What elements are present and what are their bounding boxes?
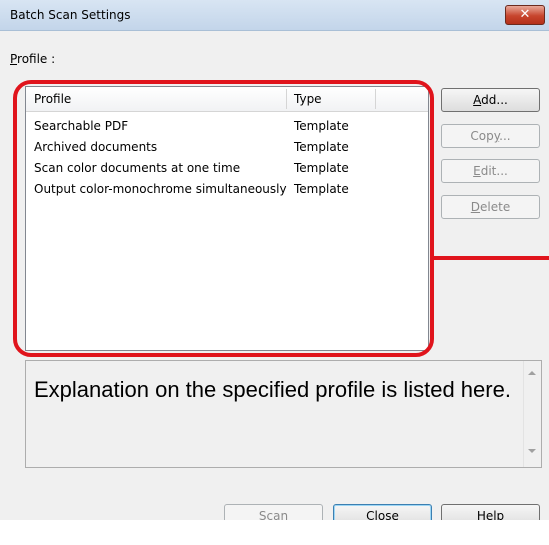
delete-button[interactable]: Delete bbox=[441, 195, 540, 219]
scroll-up-icon[interactable] bbox=[528, 371, 536, 375]
title-bar: Batch Scan Settings ✕ bbox=[0, 0, 549, 31]
add-button[interactable]: Add... bbox=[441, 88, 540, 112]
highlight-callout-frame bbox=[13, 80, 434, 357]
profile-description-text: Explanation on the specified profile is … bbox=[34, 377, 511, 402]
batch-scan-settings-dialog: Batch Scan Settings ✕ Profile : Profile … bbox=[0, 0, 549, 528]
page-margin bbox=[0, 520, 549, 545]
close-icon: ✕ bbox=[519, 7, 531, 22]
close-window-button[interactable]: ✕ bbox=[505, 5, 545, 25]
profile-label: Profile : bbox=[10, 52, 56, 66]
description-scrollbar[interactable] bbox=[523, 361, 541, 467]
window-title: Batch Scan Settings bbox=[10, 8, 131, 22]
copy-button[interactable]: Copy... bbox=[441, 124, 540, 148]
scroll-down-icon[interactable] bbox=[528, 449, 536, 453]
callout-pointer-line bbox=[432, 256, 549, 260]
profile-description-box: Explanation on the specified profile is … bbox=[25, 360, 542, 468]
edit-button[interactable]: Edit... bbox=[441, 159, 540, 183]
